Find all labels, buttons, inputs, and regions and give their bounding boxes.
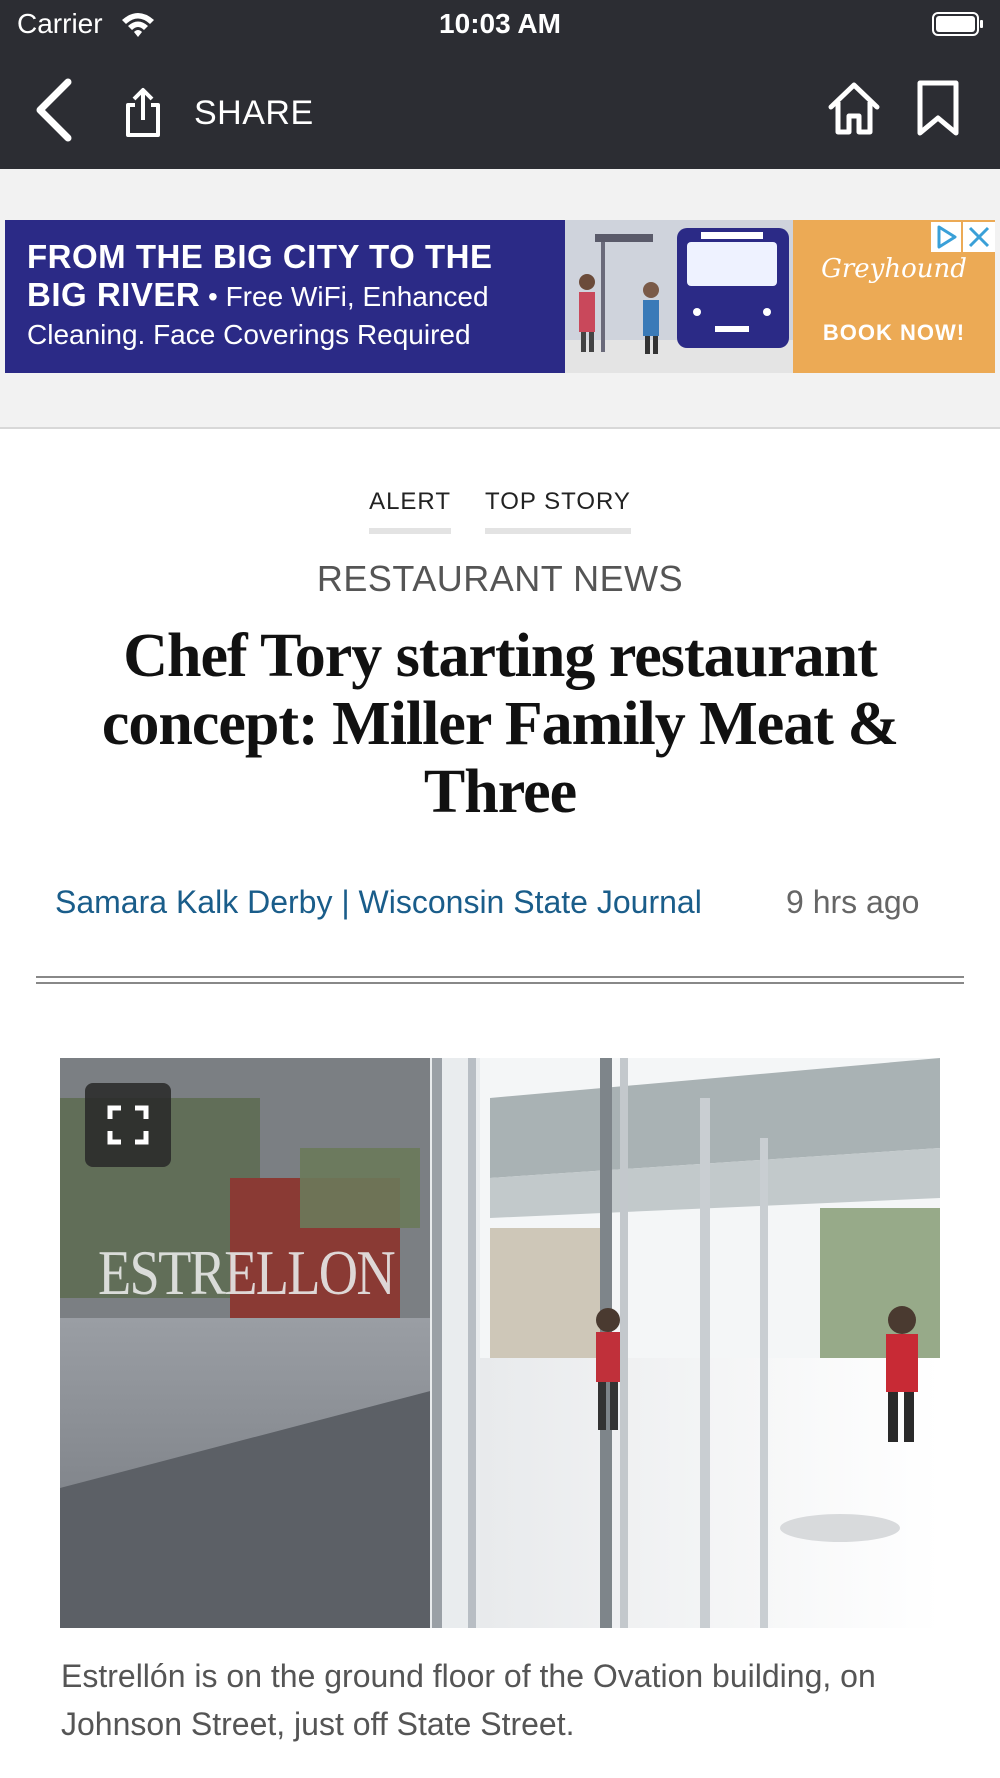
ad-line-1: FROM THE BIG CITY TO THE [27, 238, 493, 275]
share-button[interactable]: SHARE [122, 82, 314, 144]
bookmark-icon[interactable] [914, 80, 962, 136]
ad-line-3: Cleaning. Face Coverings Required [27, 319, 471, 350]
status-bar: Carrier 10:03 AM [0, 0, 1000, 50]
battery-icon [932, 12, 983, 36]
adchoices-icon[interactable] [931, 222, 961, 252]
expand-icon [107, 1105, 149, 1145]
ad-banner[interactable]: FROM THE BIG CITY TO THE BIG RIVER • Fre… [5, 220, 995, 373]
tag-top-story[interactable]: TOP STORY [484, 488, 631, 534]
photo-caption: Estrellón is on the ground floor of the … [61, 1658, 876, 1742]
close-icon[interactable] [963, 222, 995, 252]
article-headline: Chef Tory starting restaurant concept: M… [101, 622, 899, 826]
expand-button[interactable] [85, 1083, 171, 1167]
ad-brand-logo: Greyhound [821, 254, 967, 284]
photo-sign-text: ESTRELLON [98, 1237, 396, 1308]
ad-line-2-rest: • Free WiFi, Enhanced [200, 281, 489, 312]
photo-image [60, 1058, 940, 1628]
tag-list: ALERT TOP STORY [0, 488, 1000, 534]
article-photo[interactable] [60, 1058, 940, 1628]
ad-book-now[interactable]: BOOK NOW! [793, 320, 995, 346]
ad-copy: FROM THE BIG CITY TO THE BIG RIVER • Fre… [27, 238, 567, 354]
tag-alert[interactable]: ALERT [369, 488, 451, 534]
top-bar: Carrier 10:03 AM SHARE [0, 0, 1000, 169]
byline-link[interactable]: Samara Kalk Derby | Wisconsin State Jour… [55, 884, 702, 921]
home-icon[interactable] [828, 80, 880, 136]
ad-bus-illustration [565, 220, 793, 373]
ad-line-2-bold: BIG RIVER [27, 276, 201, 313]
back-chevron-icon[interactable] [34, 78, 76, 142]
share-label: SHARE [194, 93, 314, 132]
double-divider [36, 976, 964, 984]
status-time: 10:03 AM [439, 8, 561, 39]
nav-bar: SHARE [0, 58, 1000, 169]
ad-container: FROM THE BIG CITY TO THE BIG RIVER • Fre… [0, 169, 1000, 429]
share-icon [126, 88, 160, 137]
timestamp: 9 hrs ago [786, 884, 920, 920]
section-label[interactable]: RESTAURANT NEWS [0, 558, 1000, 600]
